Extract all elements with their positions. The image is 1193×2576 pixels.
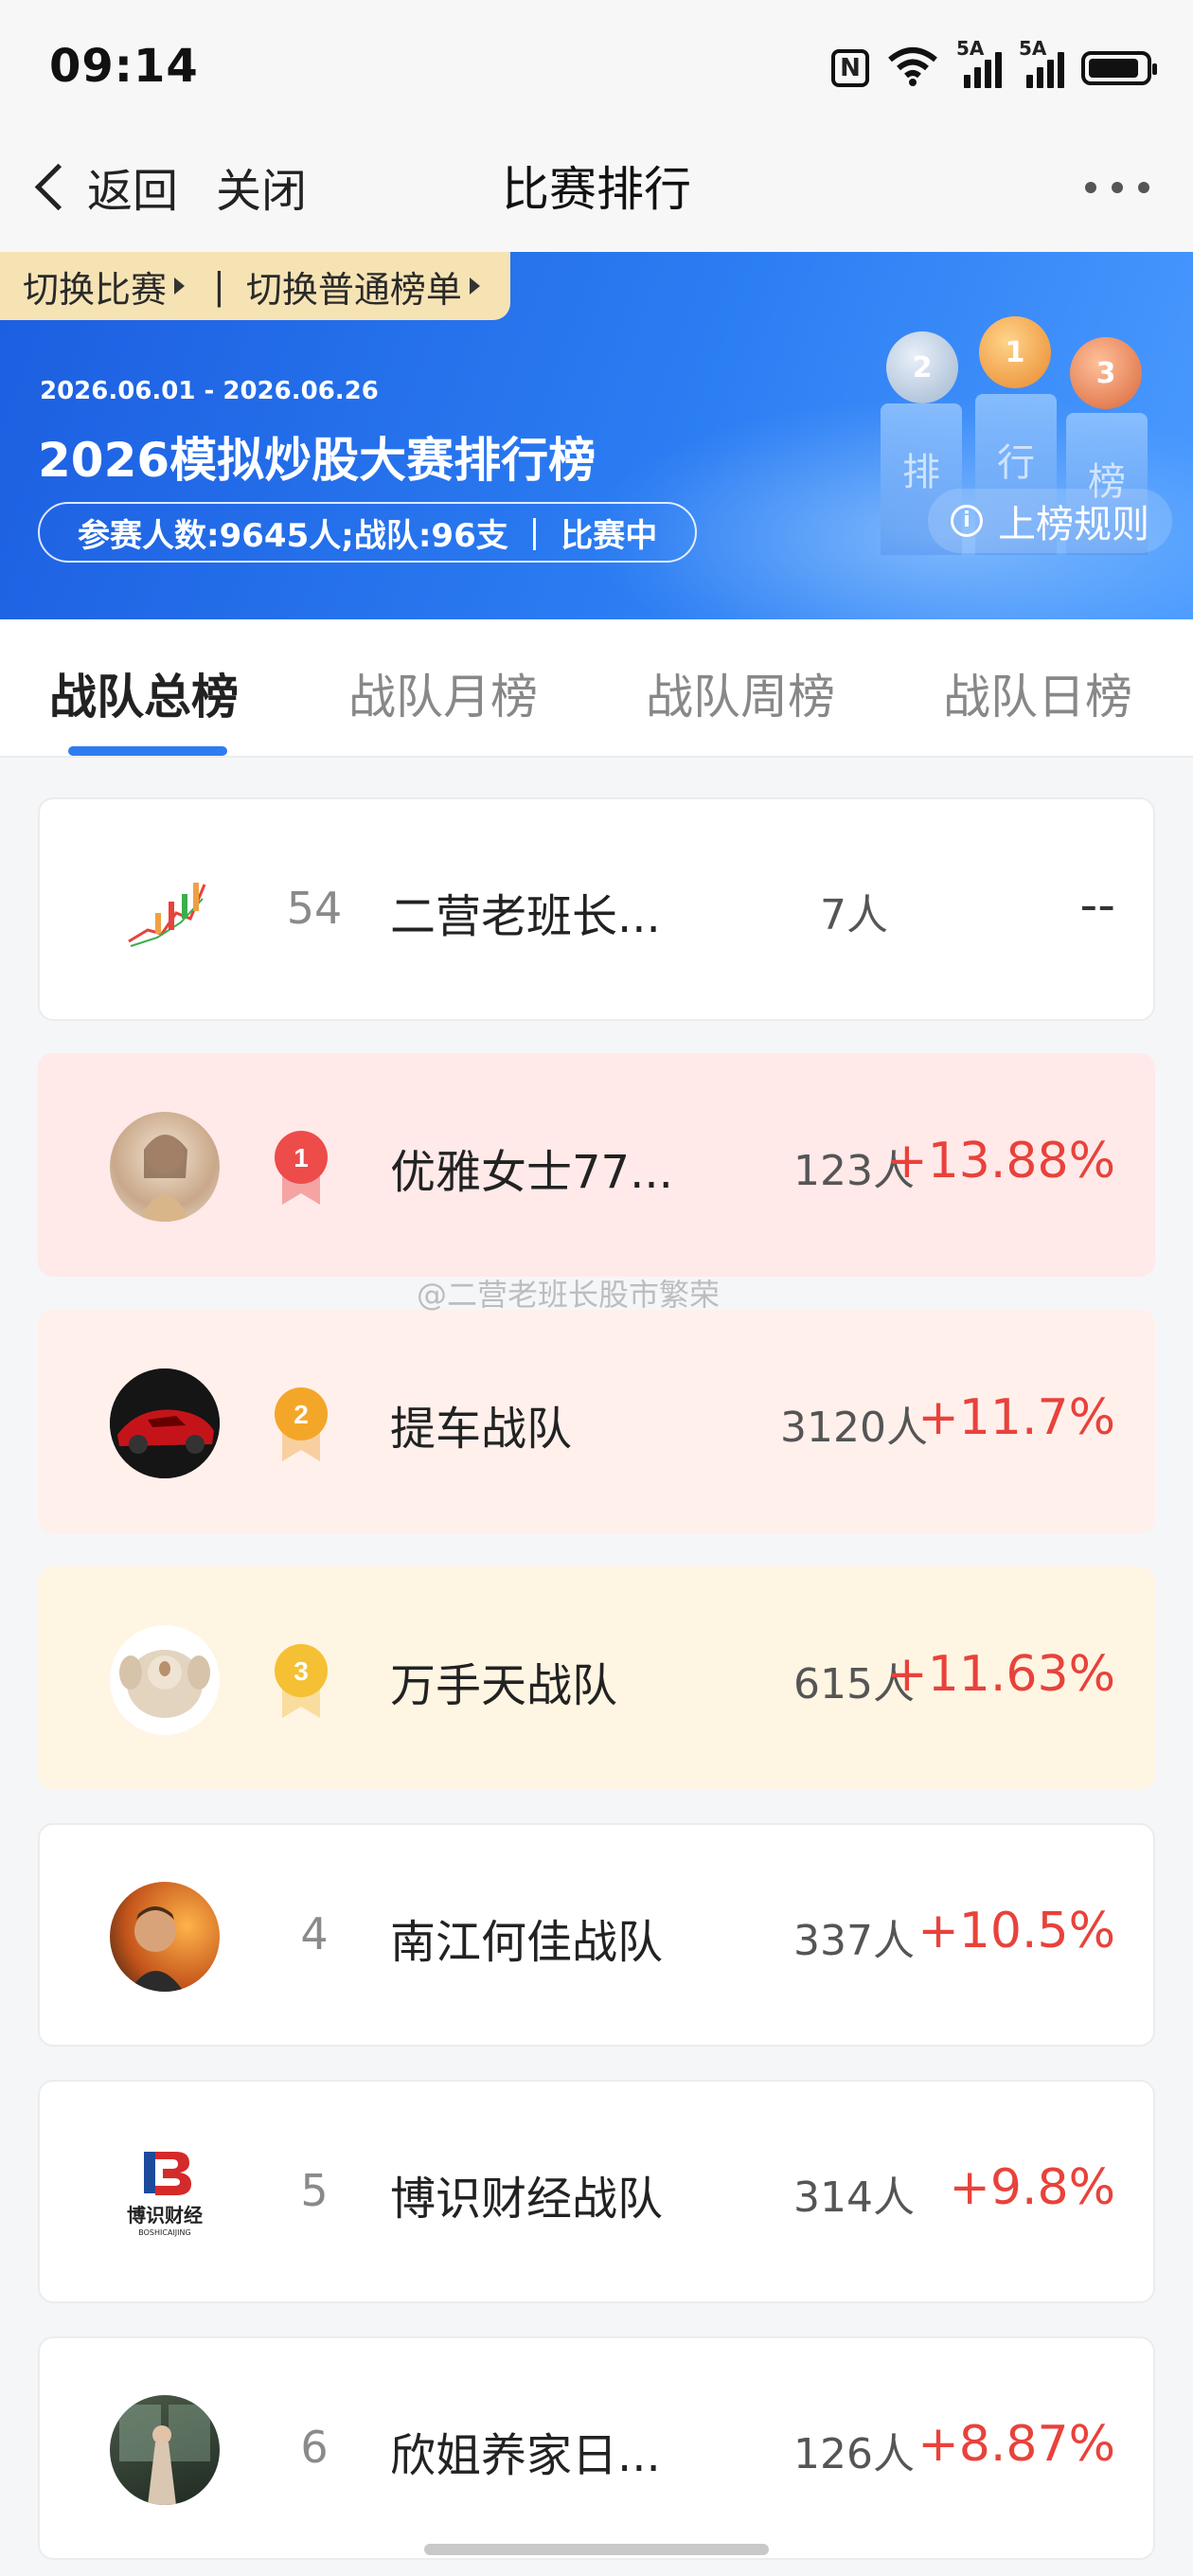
team-member-count: 7人 [820, 891, 888, 939]
team-rank: 5 [300, 2165, 329, 2216]
team-row[interactable]: 1 优雅女士77... 123人 +13.88% [38, 1053, 1155, 1277]
team-return: +11.7% [917, 1389, 1115, 1446]
contest-status: 比赛中 [561, 516, 658, 555]
switch-contest-button[interactable]: 切换比赛 [23, 260, 167, 313]
contest-switcher: 切换比赛 | 切换普通榜单 [0, 252, 510, 320]
team-avatar [110, 1882, 220, 1992]
silver-medal-icon: 2 [886, 331, 958, 403]
team-avatar [110, 2395, 220, 2505]
team-name: 欣姐养家日... [390, 2429, 661, 2482]
team-row[interactable]: 3 万手天战队 615人 +11.63% [38, 1566, 1155, 1790]
cellular-signal-icon-2: 5A [1019, 37, 1064, 88]
tab-team-overall[interactable]: 战队总榜 [49, 659, 239, 727]
bronze-medal-icon: 3 [1070, 337, 1142, 409]
battery-level [1089, 59, 1138, 78]
caret-right-icon [174, 277, 186, 295]
svg-text:3: 3 [294, 1656, 309, 1686]
switcher-separator: | [213, 265, 225, 307]
switch-normal-list-button[interactable]: 切换普通榜单 [246, 260, 462, 313]
status-bar: 09:14 N 5A 5A [0, 0, 1193, 133]
battery-icon [1081, 51, 1157, 85]
team-name: 二营老班长... [390, 890, 661, 943]
team-row[interactable]: 6 欣姐养家日... 126人 +8.87% [38, 2336, 1155, 2560]
team-return: +11.63% [886, 1646, 1115, 1703]
svg-text:1: 1 [294, 1143, 309, 1172]
rank-2-medal-icon: 2 [275, 1387, 328, 1461]
team-row[interactable]: 2 提车战队 3120人 +11.7% [38, 1310, 1155, 1533]
team-name: 南江何佳战队 [390, 1916, 664, 1969]
team-rank: 54 [286, 883, 343, 934]
team-name: 博识财经战队 [390, 2173, 664, 2226]
team-return: +10.5% [917, 1903, 1115, 1959]
team-name: 万手天战队 [390, 1659, 618, 1712]
contest-banner: 切换比赛 | 切换普通榜单 2026.06.01 - 2026.06.26 20… [0, 252, 1193, 619]
team-rank: 6 [300, 2422, 329, 2473]
my-team-row[interactable]: 54 二营老班长... 7人 -- [38, 797, 1155, 1021]
participants-count: 参赛人数:9645人;战队:96支 [78, 516, 508, 555]
rank-3-medal-icon: 3 [275, 1644, 328, 1718]
team-avatar: 博识财经 BOSHICAIJING [110, 2138, 220, 2248]
team-row[interactable]: 4 南江何佳战队 337人 +10.5% [38, 1823, 1155, 2047]
team-name: 优雅女士77... [390, 1146, 673, 1199]
team-avatar [110, 1368, 220, 1478]
team-return: -- [1079, 877, 1115, 934]
status-time: 09:14 [49, 40, 199, 93]
page-title: 比赛排行 [502, 162, 691, 217]
team-avatar [110, 1625, 220, 1735]
nfc-icon: N [831, 49, 869, 87]
rank-1-medal-icon: 1 [275, 1131, 328, 1205]
tab-team-weekly[interactable]: 战队周榜 [646, 659, 835, 727]
home-indicator[interactable] [424, 2544, 769, 2555]
team-return: +9.8% [949, 2159, 1115, 2216]
team-avatar [110, 1112, 220, 1222]
active-tab-indicator [68, 746, 227, 756]
tab-team-daily[interactable]: 战队日榜 [943, 659, 1132, 727]
svg-text:2: 2 [294, 1400, 309, 1429]
svg-text:博识财经: 博识财经 [127, 2204, 203, 2227]
team-name: 提车战队 [390, 1403, 573, 1456]
top-nav-bar: 返回 关闭 比赛排行 [0, 133, 1193, 253]
info-icon: i [951, 505, 983, 537]
gold-medal-icon: 1 [979, 316, 1051, 388]
ranking-rules-button[interactable]: i 上榜规则 [928, 489, 1172, 553]
svg-text:BOSHICAIJING: BOSHICAIJING [138, 2228, 190, 2237]
status-icons: N 5A 5A [831, 37, 1157, 93]
team-avatar [110, 856, 220, 966]
cellular-signal-icon: 5A [956, 37, 1002, 88]
team-row[interactable]: 博识财经 BOSHICAIJING 5 博识财经战队 314人 +9.8% [38, 2080, 1155, 2303]
team-return: +13.88% [886, 1133, 1115, 1190]
caret-right-icon [469, 277, 480, 295]
contest-dates: 2026.06.01 - 2026.06.26 [40, 377, 379, 405]
team-rank: 4 [300, 1908, 329, 1959]
contest-stats-pill: 参赛人数:9645人;战队:96支 | 比赛中 [38, 502, 698, 563]
tab-team-monthly[interactable]: 战队月榜 [348, 659, 538, 727]
more-options-icon[interactable] [1085, 182, 1149, 193]
wifi-icon [886, 45, 939, 93]
ranking-tabs: 战队总榜 战队月榜 战队周榜 战队日榜 [0, 619, 1193, 758]
team-return: +8.87% [917, 2416, 1115, 2473]
team-member-count: 314人 [793, 2174, 915, 2222]
contest-title: 2026模拟炒股大赛排行榜 [38, 433, 596, 488]
watermark-text: @二营老班长股市繁荣 [417, 1277, 721, 1313]
